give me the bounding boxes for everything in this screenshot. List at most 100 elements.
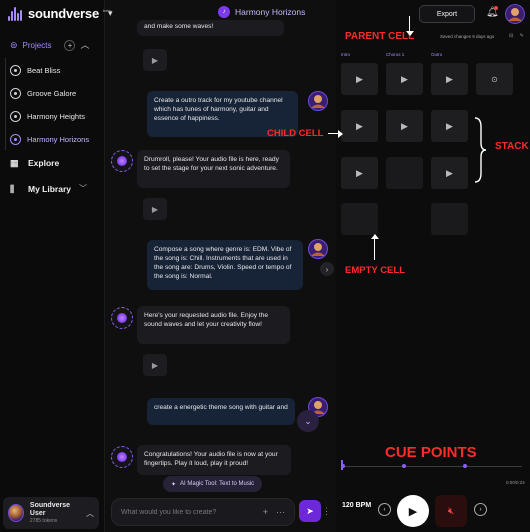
brand-logo[interactable]: soundverse beta bbox=[8, 6, 111, 21]
annotation-empty-cell: EMPTY CELL bbox=[345, 265, 405, 276]
message-text: Drumroll, please! Your audio file is her… bbox=[144, 156, 279, 172]
bot-avatar bbox=[111, 307, 133, 329]
saved-status: Saved changes 9 days ago bbox=[440, 34, 495, 39]
chevron-up-icon[interactable]: ︿ bbox=[80, 41, 89, 50]
next-icon: › bbox=[479, 506, 482, 513]
projects-header[interactable]: ⊜ Projects + ︿ bbox=[10, 40, 100, 51]
message-text: Compose a song where genre is: EDM. Vibe… bbox=[154, 246, 292, 280]
user-name: Soundverse User bbox=[29, 502, 70, 517]
menu-icon[interactable]: ⋮ bbox=[322, 500, 334, 522]
annotation-parent-cell: PARENT CELL bbox=[345, 31, 415, 42]
empty-cell[interactable] bbox=[431, 203, 468, 235]
project-label: Beat Bliss bbox=[27, 66, 61, 75]
add-project-icon[interactable]: + bbox=[64, 40, 76, 51]
play-audio-button[interactable]: ▶ bbox=[143, 354, 167, 376]
parent-cell-intro[interactable]: ▶ bbox=[341, 63, 378, 95]
arrow-head bbox=[338, 130, 343, 138]
playhead[interactable] bbox=[341, 460, 343, 470]
cue-point[interactable] bbox=[402, 464, 406, 468]
chat-message-user: create a energetic theme song with guita… bbox=[147, 398, 295, 425]
parent-cell-outro[interactable]: ▶ bbox=[431, 63, 468, 95]
mute-button[interactable]: 🔇︎ bbox=[435, 495, 467, 527]
edit-icon[interactable]: ✎ bbox=[520, 33, 524, 39]
scroll-down-button[interactable]: ⌄ bbox=[297, 410, 319, 432]
more-options-icon[interactable]: ··· bbox=[276, 507, 285, 517]
child-cell[interactable]: ▶ bbox=[341, 157, 378, 189]
empty-cell[interactable] bbox=[341, 203, 378, 235]
music-icon: ♪ bbox=[218, 6, 230, 18]
avatar bbox=[308, 239, 328, 259]
cue-point[interactable] bbox=[463, 464, 467, 468]
arrow-head bbox=[371, 234, 379, 239]
user-card[interactable]: Soundverse User 2785 tokens ︿ bbox=[3, 497, 99, 529]
explore-icon: ▦ bbox=[10, 158, 19, 168]
ai-magic-tool-chip[interactable]: ✦ AI Magic Tool: Text to Music bbox=[163, 476, 263, 492]
avatar[interactable] bbox=[505, 4, 525, 24]
annotation-cue-points: CUE POINTS bbox=[385, 444, 477, 461]
projects-label: Projects bbox=[22, 41, 52, 50]
child-cell[interactable]: ▶ bbox=[431, 110, 468, 142]
bot-avatar bbox=[111, 150, 133, 172]
column-header-outro: Outro bbox=[431, 52, 443, 57]
stack-brace bbox=[474, 117, 487, 183]
nav-my-library[interactable]: ⫼ My Library ﹀ bbox=[10, 183, 87, 194]
project-tree-line bbox=[5, 58, 6, 150]
sidebar-item-harmony-horizons[interactable]: Harmony Horizons bbox=[10, 134, 89, 145]
nav-explore-label: Explore bbox=[28, 158, 60, 168]
collapse-panel-button[interactable]: › bbox=[320, 262, 334, 276]
project-title: ♪ Harmony Horizons bbox=[218, 6, 305, 18]
previous-button[interactable]: ‹ bbox=[378, 503, 391, 516]
user-tokens: 2785 tokens bbox=[29, 518, 58, 524]
export-button[interactable]: Export bbox=[419, 5, 475, 23]
chat-message-bot: Drumroll, please! Your audio file is her… bbox=[137, 150, 290, 188]
mute-icon: 🔇︎ bbox=[447, 505, 455, 517]
project-label: Groove Galore bbox=[27, 89, 77, 98]
notification-dot bbox=[494, 6, 498, 10]
arrow-head bbox=[406, 31, 414, 36]
project-title-text: Harmony Horizons bbox=[235, 7, 306, 17]
chevron-up-icon[interactable]: ︿ bbox=[86, 508, 94, 519]
avatar bbox=[8, 504, 24, 522]
chat-message-user: Compose a song where genre is: EDM. Vibe… bbox=[147, 240, 303, 290]
sidebar-item-harmony-heights[interactable]: Harmony Heights bbox=[10, 111, 85, 122]
sidebar: soundverse beta ⊜ Projects + ︿ Beat Blis… bbox=[0, 0, 111, 532]
parent-cell-chorus[interactable]: ▶ bbox=[386, 63, 423, 95]
save-icon[interactable]: ⊟ bbox=[509, 33, 513, 39]
child-cell[interactable]: ▶ bbox=[386, 110, 423, 142]
empty-cell[interactable] bbox=[386, 157, 423, 189]
annotation-stack: STACK bbox=[495, 141, 529, 152]
play-audio-button[interactable]: ▶ bbox=[143, 198, 167, 220]
send-button[interactable]: ➤ bbox=[299, 500, 321, 522]
nav-explore[interactable]: ▦ Explore bbox=[10, 158, 59, 168]
chat-message-bot: Congratulations! Your audio file is now … bbox=[137, 445, 291, 475]
sparkle-icon: ✦ bbox=[171, 481, 177, 488]
plus-icon[interactable]: + bbox=[263, 507, 268, 517]
time-readout: 0:00/0:24 bbox=[506, 480, 525, 485]
sidebar-item-beat-bliss[interactable]: Beat Bliss bbox=[10, 65, 60, 76]
message-text: Congratulations! Your audio file is now … bbox=[144, 451, 278, 467]
play-audio-button[interactable]: ▶ bbox=[143, 49, 167, 71]
chevron-down-icon[interactable]: ▾ bbox=[108, 8, 113, 19]
chat-message-bot: and make some waves! bbox=[137, 20, 284, 36]
column-header-intro: Intro bbox=[341, 52, 351, 57]
nav-library-label: My Library bbox=[28, 183, 71, 194]
next-button[interactable]: › bbox=[474, 503, 487, 516]
play-button[interactable]: ▶ bbox=[397, 495, 429, 527]
message-text: and make some waves! bbox=[144, 23, 214, 30]
child-cell[interactable]: ▶ bbox=[341, 110, 378, 142]
bpm-readout: 120 BPM bbox=[342, 502, 372, 509]
disc-icon bbox=[10, 65, 21, 76]
column-header-chorus: Chorus 1 bbox=[386, 52, 405, 57]
child-cell[interactable]: ▶ bbox=[431, 157, 468, 189]
cue-track[interactable] bbox=[342, 466, 522, 467]
annotation-child-cell: CHILD CELL bbox=[267, 128, 324, 139]
message-text: Here's your requested audio file. Enjoy … bbox=[144, 312, 269, 328]
panel-tools: ⊟ ✎ bbox=[509, 33, 524, 39]
settings-cell[interactable]: ⊙ bbox=[476, 63, 513, 95]
sidebar-item-groove-galore[interactable]: Groove Galore bbox=[10, 88, 76, 99]
disc-icon bbox=[10, 88, 21, 99]
brand-name: soundverse bbox=[28, 6, 99, 21]
avatar bbox=[308, 91, 328, 111]
prompt-input[interactable] bbox=[121, 508, 255, 516]
previous-icon: ‹ bbox=[383, 506, 386, 513]
